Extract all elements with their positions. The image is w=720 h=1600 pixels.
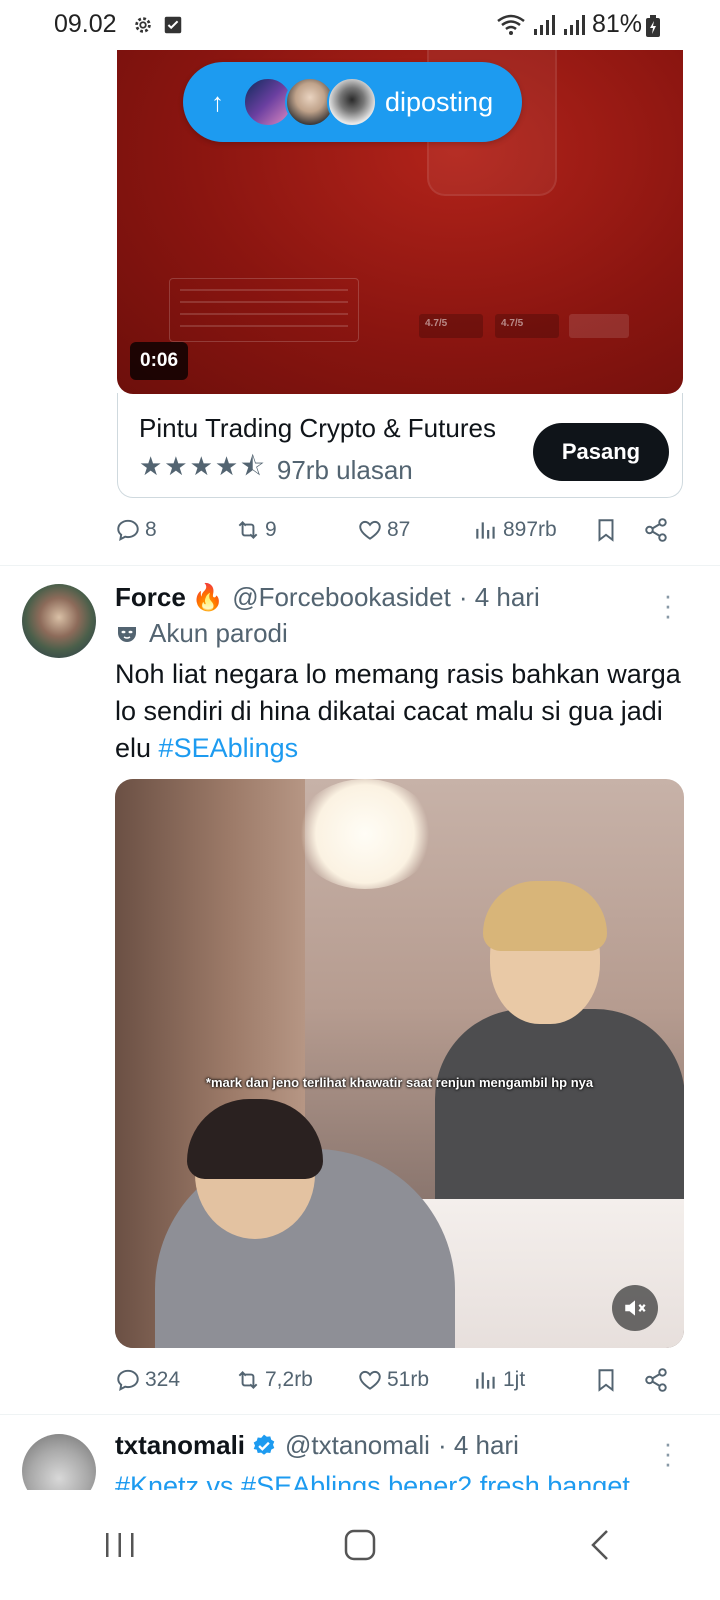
tweet-actions: 8 9 87 897rb xyxy=(115,517,675,547)
mask-icon xyxy=(118,626,136,642)
repost-button[interactable]: 7,2rb xyxy=(235,1367,313,1393)
handle[interactable]: @txtanomali xyxy=(285,1430,430,1461)
heart-icon xyxy=(359,1370,381,1390)
display-name[interactable]: txtanomali xyxy=(115,1430,245,1461)
recent-apps-icon xyxy=(106,1533,134,1557)
reply-button[interactable]: 8 xyxy=(115,517,157,543)
tweet-text: #Knetz vs #SEAblings bener2 fresh banget xyxy=(115,1471,630,1490)
like-button[interactable]: 51rb xyxy=(357,1367,429,1393)
verified-badge-icon xyxy=(253,1434,275,1455)
reply-icon xyxy=(117,1369,139,1391)
tweet-video[interactable]: *mark dan jeno terlihat khawatir saat re… xyxy=(115,779,684,1348)
reply-icon xyxy=(117,519,139,541)
tweet-author-line: txtanomali @txtanomali · 4 hari xyxy=(115,1430,519,1461)
status-time: 09.02 xyxy=(54,10,117,38)
tweet-text: Noh liat negara lo memang rasis bahkan w… xyxy=(115,659,681,763)
signal-icon xyxy=(563,14,585,35)
share-button[interactable] xyxy=(643,517,669,543)
display-name[interactable]: Force xyxy=(115,582,186,613)
repost-button[interactable]: 9 xyxy=(235,517,277,543)
views-button[interactable]: 897rb xyxy=(473,517,557,543)
install-button[interactable]: Pasang xyxy=(533,423,669,481)
heart-icon xyxy=(359,520,381,540)
wifi-icon xyxy=(497,14,525,35)
mute-button[interactable] xyxy=(612,1285,658,1331)
avatar[interactable] xyxy=(22,1434,96,1490)
bookmark-button[interactable] xyxy=(593,1367,619,1393)
check-box-icon xyxy=(164,16,182,34)
app-install-card[interactable]: Pintu Trading Crypto & Futures ★★★★⯪ 97r… xyxy=(117,393,683,498)
more-options-icon[interactable]: · · · xyxy=(660,582,676,628)
back-button[interactable] xyxy=(570,1515,630,1575)
more-options-icon[interactable]: · · · xyxy=(660,1430,676,1476)
hashtag-link[interactable]: #SEAblings xyxy=(159,733,299,763)
recent-apps-button[interactable] xyxy=(90,1515,150,1575)
handle[interactable]: @Forcebookasidet xyxy=(232,582,451,613)
star-rating: ★★★★⯪ xyxy=(139,451,267,481)
review-count: 97rb ulasan xyxy=(276,454,413,485)
like-button[interactable]: 87 xyxy=(357,517,410,543)
views-button[interactable]: 1jt xyxy=(473,1367,525,1393)
home-icon xyxy=(344,1529,376,1561)
video-caption: *mark dan jeno terlihat khawatir saat re… xyxy=(205,1075,594,1090)
new-posts-label: diposting xyxy=(385,86,494,117)
store-rating-badge: 4.7/5 xyxy=(419,314,483,338)
tweet-actions: 324 7,2rb 51rb 1jt xyxy=(115,1367,675,1397)
divider xyxy=(0,1414,720,1415)
store-badge xyxy=(569,314,629,338)
bookmark-icon xyxy=(598,519,614,542)
tweet-time: · 4 hari xyxy=(458,582,540,612)
tweet-author-line: Force 🔥 @Forcebookasidet · 4 hari xyxy=(115,582,540,613)
share-button[interactable] xyxy=(643,1367,669,1393)
tweet-time: · 4 hari xyxy=(437,1430,519,1460)
person xyxy=(155,1099,475,1348)
parody-label: Akun parodi xyxy=(115,618,288,649)
reply-button[interactable]: 324 xyxy=(115,1367,180,1393)
bookmark-button[interactable] xyxy=(593,517,619,543)
mute-icon xyxy=(625,1300,646,1316)
avatar xyxy=(327,77,377,127)
fire-emoji: 🔥 xyxy=(191,582,225,612)
views-icon xyxy=(476,1372,495,1389)
battery-icon xyxy=(646,15,660,37)
signal-icon xyxy=(533,14,555,35)
store-rating-badge: 4.7/5 xyxy=(495,314,559,338)
back-icon xyxy=(591,1530,608,1560)
share-icon xyxy=(645,1368,667,1392)
system-navigation-bar xyxy=(0,1490,720,1600)
gear-icon xyxy=(135,17,151,33)
status-bar: 09.02 81% xyxy=(0,0,720,50)
divider xyxy=(0,565,720,566)
views-icon xyxy=(476,522,495,539)
promo-text-box xyxy=(169,278,359,342)
home-button[interactable] xyxy=(330,1515,390,1575)
bookmark-icon xyxy=(598,1369,614,1392)
repost-icon xyxy=(238,1371,258,1389)
video-duration: 0:06 xyxy=(130,342,189,380)
battery-percent: 81% xyxy=(591,10,642,38)
lamp xyxy=(295,779,435,889)
timeline-feed[interactable]: 4.7/5 4.7/5 0:06 ↑ diposting Pintu Tradi… xyxy=(0,0,720,1490)
new-posts-pill[interactable]: ↑ diposting xyxy=(183,62,522,142)
share-icon xyxy=(645,518,667,542)
repost-icon xyxy=(238,521,258,539)
app-name: Pintu Trading Crypto & Futures xyxy=(139,413,496,443)
arrow-up-icon: ↑ xyxy=(211,86,224,117)
avatar[interactable] xyxy=(22,584,96,658)
